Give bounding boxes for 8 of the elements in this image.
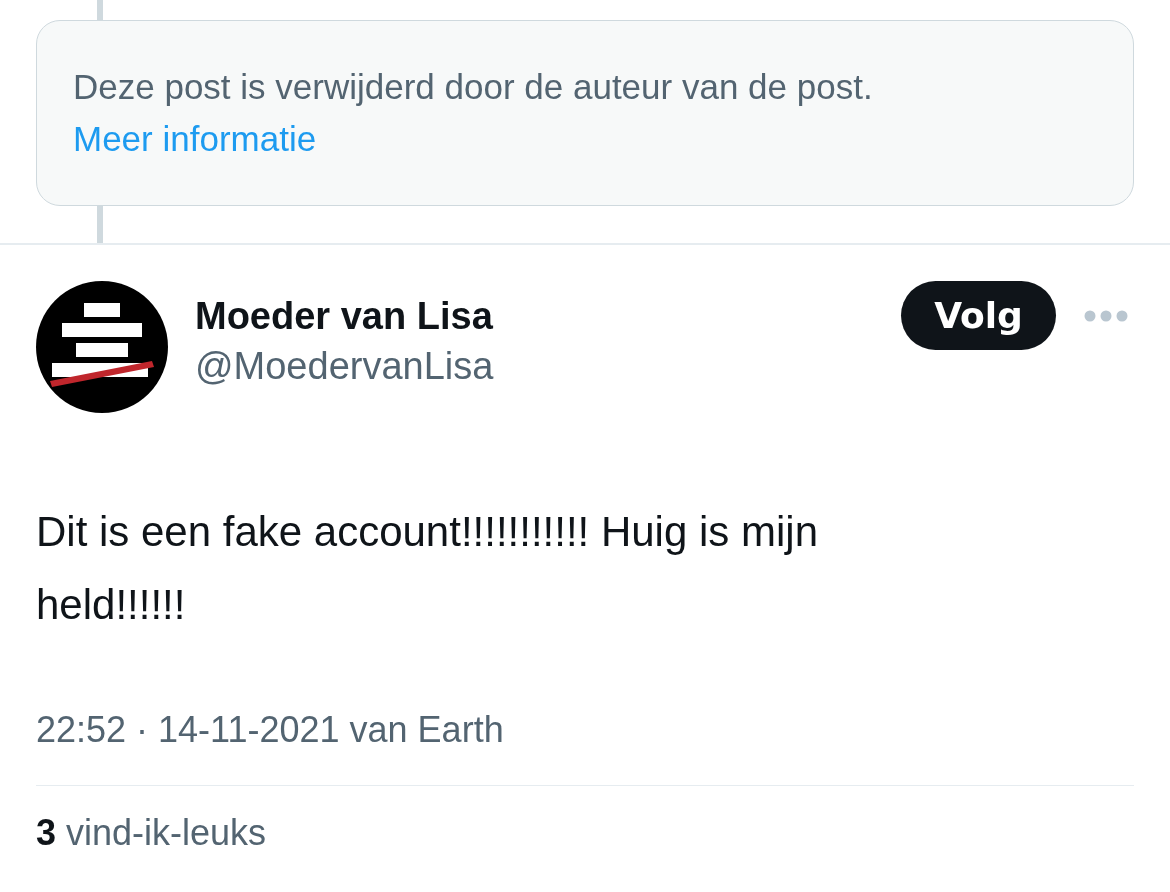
- post-text: Dit is een fake account!!!!!!!!!!! Huig is mijn held!!!!!!: [36, 506, 819, 630]
- author-handle: @MoedervanLisa: [195, 343, 495, 389]
- author-name: Moeder van Lisa: [195, 293, 494, 339]
- post-timestamp: 22:52 · 14-11-2021 van Earth: [36, 707, 505, 752]
- more-icon[interactable]: [1084, 309, 1128, 322]
- notice-message: Deze post is verwijderd door de auteur van de post.: [73, 66, 874, 108]
- likes-count: 3 vind-ik-leuks: [36, 811, 268, 855]
- follow-button[interactable]: Volg: [901, 280, 1056, 350]
